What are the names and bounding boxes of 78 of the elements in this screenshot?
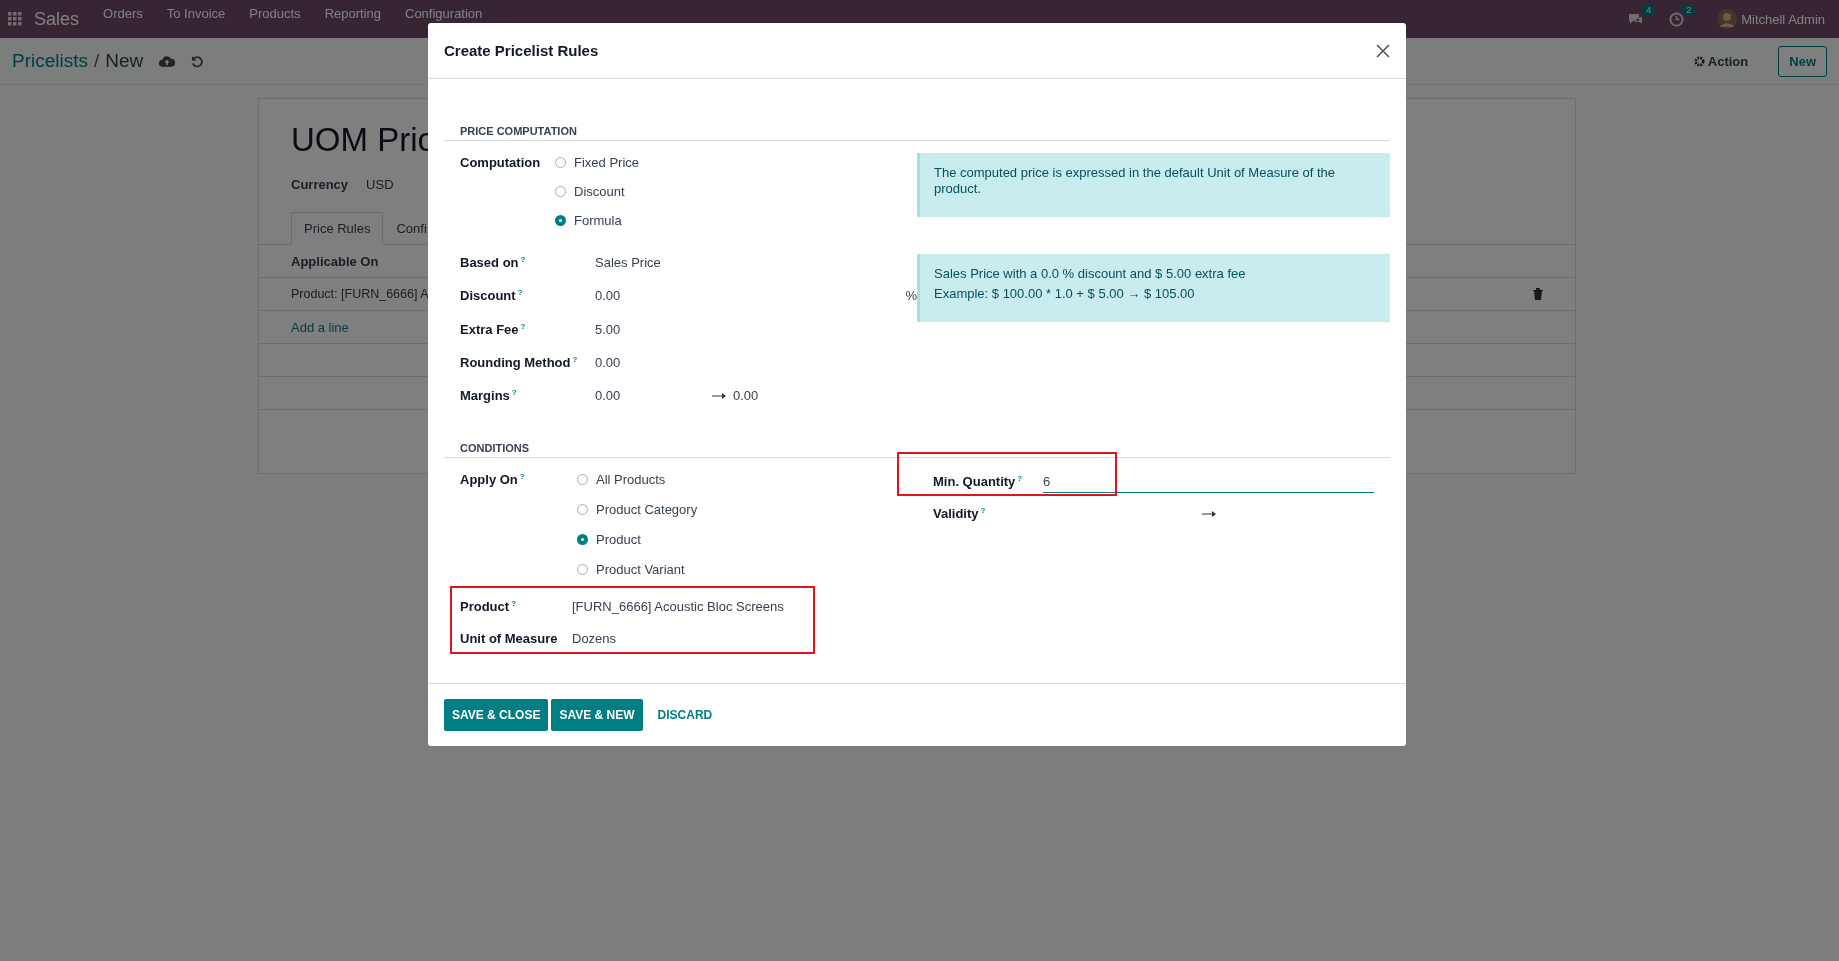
field-value: USD: [366, 177, 394, 192]
field-label: Rounding Method: [460, 355, 571, 371]
radio-label[interactable]: Product: [596, 531, 641, 547]
field-value[interactable]: 0.00: [595, 388, 712, 404]
chat-icon[interactable]: [1628, 12, 1645, 26]
user-name[interactable]: Mitchell Admin: [1741, 11, 1825, 27]
cloud-upload-icon[interactable]: [159, 54, 176, 68]
field-value[interactable]: Sales Price: [595, 255, 661, 271]
help-mark[interactable]: ?: [519, 471, 525, 481]
action-button[interactable]: Action: [1687, 52, 1755, 70]
info-note: The computed price is expressed in the default Unit of Measure of the product.: [917, 153, 1390, 217]
avatar-icon[interactable]: [1717, 9, 1738, 29]
column-header: Applicable On: [291, 253, 379, 269]
field-label: Validity: [933, 506, 979, 522]
discard-button[interactable]: DISCARD: [649, 699, 721, 731]
field-label: Apply On: [460, 471, 518, 487]
close-icon[interactable]: [1376, 43, 1390, 58]
radio-label[interactable]: Discount: [574, 184, 625, 199]
table-cell: Product: [FURN_6666] A: [291, 287, 429, 301]
radio-label[interactable]: Product Category: [596, 501, 698, 517]
breadcrumb-item[interactable]: Pricelists: [12, 50, 88, 72]
save-button[interactable]: SAVE & NEW: [551, 699, 643, 731]
radio-button[interactable]: [555, 215, 566, 226]
arrow-icon: [1201, 510, 1216, 517]
field-value[interactable]: 0.00: [595, 355, 621, 371]
help-mark[interactable]: ?: [980, 505, 986, 515]
section-heading: CONDITIONS: [444, 441, 1390, 458]
field-value[interactable]: [FURN_6666] Acoustic Bloc Screens: [572, 598, 784, 614]
field-label: Computation: [460, 155, 542, 172]
arrow-icon: [712, 392, 726, 399]
radio-label[interactable]: Formula: [574, 213, 622, 228]
field-label: Product: [460, 598, 510, 614]
field-label: Currency: [291, 177, 349, 192]
save-button[interactable]: SAVE & CLOSE: [444, 699, 549, 731]
help-mark[interactable]: ?: [520, 321, 526, 331]
field-value[interactable]: Dozens: [572, 630, 617, 646]
help-mark[interactable]: ?: [511, 388, 517, 398]
field-label: Extra Fee: [460, 322, 519, 337]
help-mark[interactable]: ?: [517, 288, 523, 298]
breadcrumb-item: New: [105, 50, 144, 72]
gear-icon: [1693, 55, 1705, 67]
dialog-title: Create Pricelist Rules: [444, 42, 599, 59]
add-line-link[interactable]: Add a line: [291, 319, 349, 335]
field-value[interactable]: 0.00: [595, 288, 906, 304]
radio-label[interactable]: All Products: [596, 471, 666, 487]
field-label: Margins: [460, 388, 510, 404]
help-mark[interactable]: ?: [511, 598, 516, 608]
radio-label[interactable]: Product Variant: [596, 561, 685, 577]
menu-item[interactable]: To Invoice: [166, 7, 226, 21]
help-mark[interactable]: ?: [572, 355, 578, 364]
field-value[interactable]: 5.00: [595, 321, 621, 337]
menu-item[interactable]: Orders: [103, 7, 143, 21]
radio-label[interactable]: Fixed Price: [574, 155, 640, 170]
undo-icon[interactable]: [191, 54, 205, 68]
field-label: Unit of Measure: [460, 630, 558, 646]
help-mark[interactable]: ?: [520, 255, 526, 264]
field-label: Min. Quantity: [933, 474, 1016, 490]
section-heading: PRICE COMPUTATION: [444, 125, 1390, 141]
percent-sign: %: [905, 288, 917, 304]
new-button[interactable]: New: [1778, 45, 1827, 77]
radio-button[interactable]: [577, 533, 588, 545]
app-name[interactable]: Sales: [34, 8, 80, 30]
menu-item[interactable]: Configuration: [405, 7, 483, 21]
field-value[interactable]: 0.00: [733, 388, 759, 404]
help-mark[interactable]: ?: [1017, 473, 1023, 483]
menu-item[interactable]: Reporting: [324, 7, 381, 21]
clock-icon[interactable]: [1669, 11, 1685, 27]
notification-count: 2: [1682, 3, 1696, 16]
field-label: Discount: [460, 288, 516, 304]
delete-icon[interactable]: [1533, 288, 1543, 300]
info-note: Sales Price with a 0.0 % discount and $ 5.00 extra fee Example: $ 100.00 * 1.0 + $ 5.00 → $ 105.00: [917, 254, 1390, 322]
field-label: Based on: [460, 255, 519, 271]
tab[interactable]: Price Rules: [291, 212, 384, 245]
notification-count: 4: [1642, 4, 1656, 16]
apps-menu-icon[interactable]: [8, 12, 22, 26]
input-field[interactable]: 6: [1043, 470, 1374, 494]
breadcrumb-separator: /: [94, 50, 100, 72]
menu-item[interactable]: Products: [249, 7, 301, 21]
